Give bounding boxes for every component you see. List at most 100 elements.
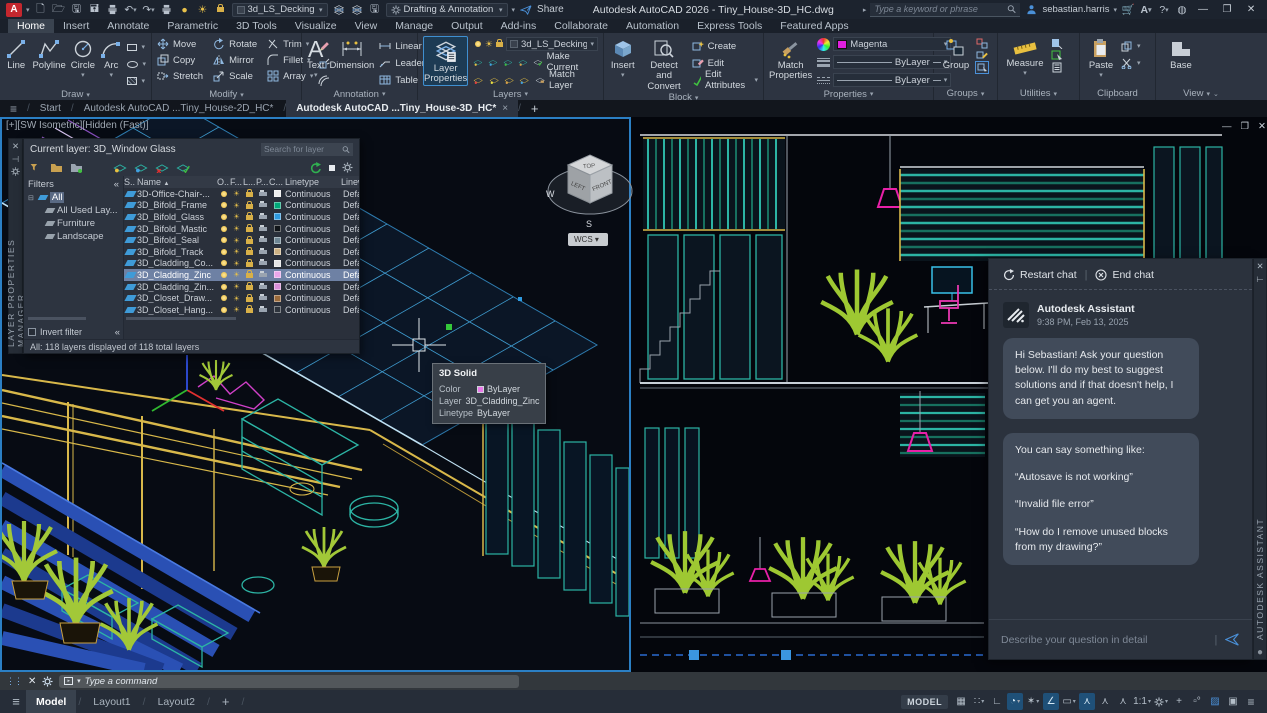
invert-collapse-icon[interactable]: « [115, 327, 120, 338]
file-tab-menu-icon[interactable]: ≡ [0, 100, 27, 117]
dimension-button[interactable]: Dimension [329, 36, 374, 71]
user-name[interactable]: sebastian.harris [1042, 4, 1109, 15]
layer-row[interactable]: 3D_Bifold_Mastic☀ContinuousDefa... [124, 223, 359, 235]
filter-all[interactable]: ⊟All [28, 191, 123, 204]
base-button[interactable]: Base [1161, 36, 1201, 71]
workspace-dropdown[interactable]: Drafting & Annotation ▾ [386, 3, 508, 17]
infocenter-search[interactable] [870, 3, 1020, 17]
tab-collaborate[interactable]: Collaborate [545, 19, 617, 33]
help-icon[interactable]: ?▾ [1157, 2, 1171, 17]
file-tab-3d[interactable]: Autodesk AutoCAD ...Tiny_House-3D_HC* × [286, 100, 518, 117]
layer-tool-icon[interactable] [489, 76, 499, 85]
search-history-chevron-icon[interactable]: ▸ [863, 6, 867, 14]
tab-insert[interactable]: Insert [54, 19, 98, 33]
detect-convert-button[interactable]: Detect and Convert [641, 36, 686, 92]
filters-hscroll[interactable] [28, 317, 86, 320]
restore-button[interactable]: ❐ [1217, 2, 1237, 17]
layer-tool-icon[interactable] [473, 58, 483, 67]
cut-clip-icon[interactable] [1121, 58, 1133, 69]
user-icon[interactable] [1024, 2, 1038, 17]
layer-tool-icon[interactable] [473, 76, 483, 85]
move-button[interactable]: Move [157, 36, 203, 52]
edit-attributes-button[interactable]: Edit Attributes▾ [692, 72, 758, 88]
filters-collapse-icon[interactable]: « [114, 179, 119, 190]
app-menu-chevron-icon[interactable]: ▾ [26, 6, 30, 14]
mirror-button[interactable]: Mirror [213, 52, 257, 68]
tab-automation[interactable]: Automation [617, 19, 688, 33]
save-icon[interactable]: 🖫 [70, 2, 84, 17]
palette-close-icon[interactable]: ✕ [12, 141, 19, 151]
file-tab-start[interactable]: Start [30, 100, 71, 117]
new-layer-vp-frozen-icon[interactable] [134, 163, 148, 173]
qat-overflow-chevron-icon[interactable]: ▾ [512, 6, 516, 14]
osnap-toggle[interactable]: ∠ [1043, 693, 1059, 710]
copy-button[interactable]: Copy [157, 52, 203, 68]
circle-button[interactable]: Circle▾ [71, 36, 95, 80]
model-tab[interactable]: Model [26, 690, 76, 713]
layer-unlock-icon[interactable] [214, 2, 228, 17]
layer-tool-icon[interactable] [504, 76, 514, 85]
layer-dropdown[interactable]: 3d_LS_Decking ▾ [506, 37, 598, 51]
layer-list-hscroll[interactable] [126, 317, 236, 320]
layer-lock-icon[interactable] [496, 42, 503, 47]
isolate-icon[interactable] [329, 165, 335, 171]
new-file-icon[interactable]: 🗋 [34, 2, 48, 17]
qat-layer-dropdown[interactable]: 3d_LS_Decking ▾ [232, 3, 328, 17]
layers-panel-label[interactable]: Layers▾ [418, 88, 603, 100]
make-current-button[interactable]: Make Current [533, 54, 598, 70]
isodraft-toggle[interactable]: ✶▾ [1025, 693, 1041, 710]
new-drawing-tab-button[interactable]: + [521, 100, 549, 117]
tab-view[interactable]: View [346, 19, 387, 33]
new-layer-icon[interactable] [113, 163, 127, 173]
layer-states-icon[interactable] [70, 162, 83, 173]
polyline-button[interactable]: Polyline [32, 36, 65, 71]
layer-on-bulb-icon[interactable]: ● [178, 2, 192, 17]
layer-row[interactable]: 3D_Bifold_Glass☀ContinuousDefa... [124, 211, 359, 223]
delete-layer-icon[interactable] [155, 163, 169, 173]
tab-3d-tools[interactable]: 3D Tools [227, 19, 286, 33]
scale-dropdown[interactable]: 1:1▾ [1133, 693, 1151, 710]
viewcube[interactable]: W S TOP LEFT FRONT WCS ▾ [542, 137, 638, 249]
layer-properties-button[interactable]: Layer Properties [423, 36, 468, 86]
group-select-icon[interactable] [976, 62, 988, 73]
layer-row[interactable]: 3D_Cladding_Co...☀ContinuousDefa... [124, 258, 359, 270]
layer-row[interactable]: 3D-Office-Chair-...☀ContinuousDefa... [124, 188, 359, 200]
workspace-switching-icon[interactable]: ▾ [1153, 693, 1169, 710]
stretch-button[interactable]: Stretch [157, 68, 203, 84]
save-layer-icon[interactable]: 🖫 [368, 2, 382, 17]
doc-minimize-icon[interactable]: — [1222, 121, 1232, 132]
arc-button[interactable]: Arc▾ [100, 36, 122, 80]
match-layer-button[interactable]: Match Layer [535, 72, 598, 88]
new-layout-button[interactable]: + [212, 690, 240, 713]
id-point-icon[interactable] [1051, 38, 1063, 49]
rotate-button[interactable]: Rotate [213, 36, 257, 52]
properties-panel-label[interactable]: Properties▾ [764, 88, 933, 100]
group-edit-icon[interactable] [976, 50, 988, 61]
model-space-toggle[interactable]: MODEL [901, 695, 948, 709]
layout2-tab[interactable]: Layout2 [148, 690, 205, 713]
layer-search-box[interactable] [261, 143, 353, 156]
share-icon[interactable] [519, 2, 533, 17]
notifications-icon[interactable]: ◍ [1175, 2, 1189, 17]
tab-visualize[interactable]: Visualize [286, 19, 346, 33]
layer-row[interactable]: 3D_Bifold_Track☀ContinuousDefa... [124, 246, 359, 258]
refresh-icon[interactable] [310, 162, 322, 174]
graphics-performance-icon[interactable]: ▨ [1207, 693, 1223, 710]
units-icon[interactable]: ▫° [1189, 693, 1205, 710]
utilities-panel-label[interactable]: Utilities▾ [998, 87, 1079, 100]
send-icon[interactable] [1225, 632, 1240, 647]
ortho-toggle[interactable]: ∟ [989, 693, 1005, 710]
lineweight-icon[interactable] [817, 58, 830, 67]
assistant-question-input[interactable] [1001, 634, 1207, 646]
layer-tool-icon[interactable] [518, 58, 528, 67]
user-menu-chevron-icon[interactable]: ▾ [1114, 6, 1118, 14]
search-input[interactable] [874, 4, 1003, 14]
create-block-button[interactable]: Create [692, 38, 758, 54]
undo-button[interactable]: ↶▾ [124, 2, 138, 17]
scale-button[interactable]: Scale [213, 68, 257, 84]
snap-toggle[interactable]: ∷▾ [971, 693, 987, 710]
layer-search-input[interactable] [264, 144, 339, 154]
ellipse-button[interactable]: ▾ [127, 56, 146, 72]
match-properties-button[interactable]: Match Properties [769, 36, 812, 82]
linetype-icon[interactable] [817, 77, 830, 84]
